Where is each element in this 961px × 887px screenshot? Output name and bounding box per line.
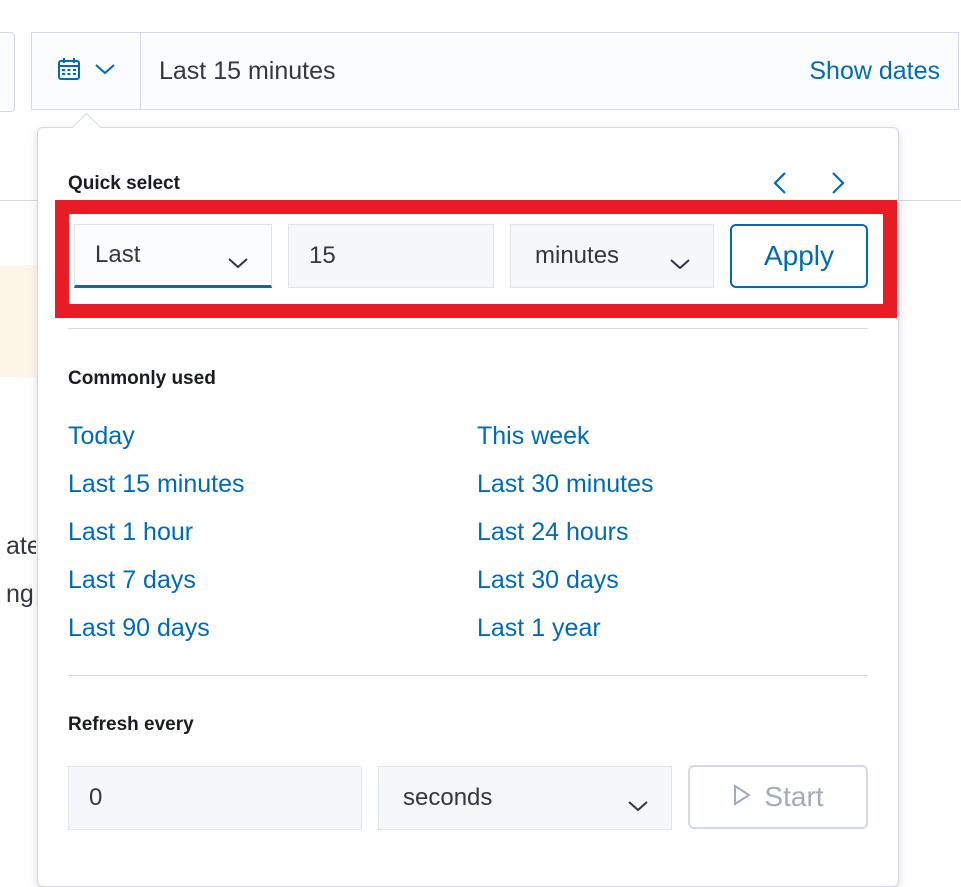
common-range-link[interactable]: Last 24 hours [477, 518, 629, 547]
quick-select-nav [771, 170, 847, 201]
refresh-unit-select[interactable]: seconds [378, 766, 672, 830]
quantity-input[interactable]: 15 [288, 224, 494, 288]
common-range-link[interactable]: Last 30 minutes [477, 470, 654, 499]
common-range-link[interactable]: Last 15 minutes [68, 470, 245, 499]
section-divider [68, 328, 868, 329]
chevron-down-icon [94, 62, 116, 81]
date-range-text[interactable]: Last 15 minutes [159, 57, 809, 86]
start-label: Start [764, 781, 824, 812]
background-text-line: ng [6, 580, 34, 608]
tense-select[interactable]: Last [74, 224, 272, 288]
commonly-used-title: Commonly used [68, 368, 216, 389]
page-top [0, 0, 961, 30]
background-text-line: ate [6, 532, 36, 560]
common-range-link[interactable]: Last 30 days [477, 566, 619, 595]
chevron-down-icon [627, 792, 649, 820]
common-range-link[interactable]: Last 1 hour [68, 518, 193, 547]
refresh-every-title: Refresh every [68, 714, 194, 735]
common-range-link[interactable]: This week [477, 422, 590, 451]
common-range-link[interactable]: Last 7 days [68, 566, 196, 595]
chevron-down-icon [227, 249, 249, 277]
refresh-interval-value: 0 [89, 784, 103, 811]
super-date-picker: Last 15 minutes Show dates [31, 32, 959, 110]
background-field [0, 32, 15, 112]
common-range-link[interactable]: Last 1 year [477, 614, 601, 643]
play-icon [732, 781, 752, 813]
show-dates-link[interactable]: Show dates [809, 57, 940, 86]
calendar-icon [56, 56, 82, 87]
quantity-value: 15 [309, 242, 336, 269]
quick-select-title: Quick select [68, 173, 180, 194]
section-divider [68, 675, 868, 676]
refresh-interval-input[interactable]: 0 [68, 766, 362, 830]
unit-select[interactable]: minutes [510, 224, 714, 288]
unit-value: minutes [535, 242, 620, 269]
start-button[interactable]: Start [688, 765, 868, 829]
next-arrow-icon[interactable] [829, 170, 847, 201]
common-range-link[interactable]: Last 90 days [68, 614, 210, 643]
common-range-link[interactable]: Today [68, 422, 135, 451]
refresh-unit-value: seconds [403, 784, 493, 811]
background-callout [0, 265, 36, 377]
apply-button[interactable]: Apply [730, 224, 868, 288]
chevron-down-icon [669, 250, 691, 278]
tense-value: Last [95, 241, 141, 268]
previous-arrow-icon[interactable] [771, 170, 789, 201]
quick-menu-button[interactable] [32, 33, 141, 109]
